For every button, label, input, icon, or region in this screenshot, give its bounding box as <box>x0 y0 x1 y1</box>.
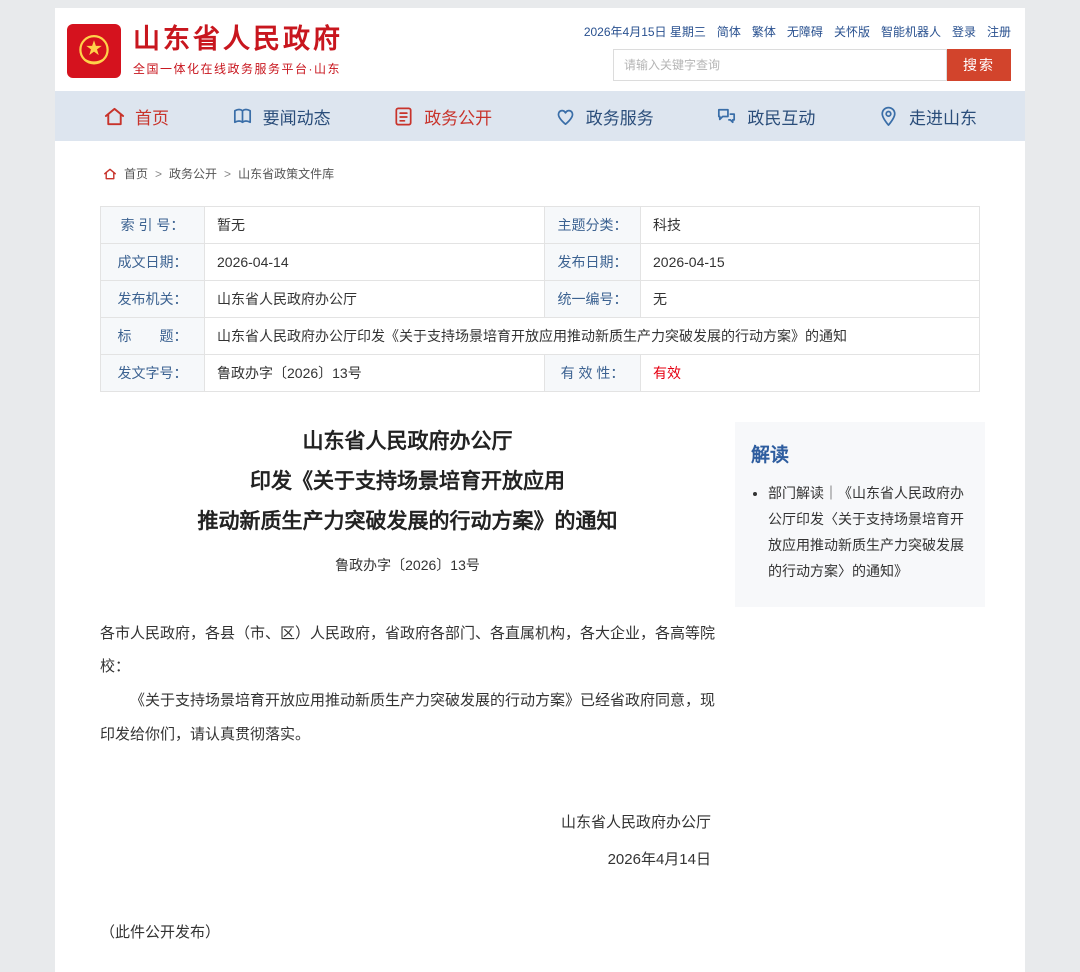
article: 山东省人民政府办公厅 印发《关于支持场景培育开放应用 推动新质生产力突破发展的行… <box>100 422 715 942</box>
table-row: 发布机关： 山东省人民政府办公厅 统一编号： 无 <box>101 281 980 318</box>
breadcrumb-item-home[interactable]: 首页 <box>124 165 148 182</box>
site-title-block: 山东省人民政府 全国一体化在线政务服务平台·山东 <box>133 25 343 78</box>
nav-item-news[interactable]: 要闻动态 <box>231 104 331 129</box>
article-paragraph: 《关于支持场景培育开放应用推动新质生产力突破发展的行动方案》已经省政府同意，现印… <box>100 684 715 752</box>
article-body: 各市人民政府，各县（市、区）人民政府，省政府各部门、各直属机构，各大企业，各高等… <box>100 617 715 752</box>
site-logo[interactable]: 山东省人民政府 全国一体化在线政务服务平台·山东 <box>67 21 343 81</box>
site-header: 山东省人民政府 全国一体化在线政务服务平台·山东 2026年4月15日 星期三 … <box>55 8 1025 91</box>
article-title: 山东省人民政府办公厅 印发《关于支持场景培育开放应用 推动新质生产力突破发展的行… <box>100 422 715 542</box>
topbar: 2026年4月15日 星期三 简体 繁体 无障碍 关怀版 智能机器人 登录 注册 <box>584 23 1011 40</box>
gov-service-icon <box>554 105 577 128</box>
nav-item-home[interactable]: 首页 <box>103 104 169 129</box>
table-row: 发文字号： 鲁政办字〔2026〕13号 有 效 性： 有效 <box>101 355 980 392</box>
article-title-line: 印发《关于支持场景培育开放应用 <box>100 462 715 502</box>
meta-label-topic-category: 主题分类： <box>545 207 641 244</box>
article-signature-block: 山东省人民政府办公厅 2026年4月14日 <box>100 804 715 879</box>
meta-label-index-number: 索 引 号： <box>101 207 205 244</box>
meta-value-unified-number: 无 <box>641 281 980 318</box>
news-icon <box>231 105 254 128</box>
topbar-link-chatbot[interactable]: 智能机器人 <box>881 23 941 40</box>
sidebar-title: 解读 <box>751 440 969 467</box>
meta-label-validity: 有 效 性： <box>545 355 641 392</box>
table-row: 索 引 号： 暂无 主题分类： 科技 <box>101 207 980 244</box>
meta-value-title: 山东省人民政府办公厅印发《关于支持场景培育开放应用推动新质生产力突破发展的行动方… <box>205 318 980 355</box>
search-input[interactable] <box>613 49 947 81</box>
signature-agency: 山东省人民政府办公厅 <box>100 804 711 842</box>
table-row: 成文日期： 2026-04-14 发布日期： 2026-04-15 <box>101 244 980 281</box>
meta-label-unified-number: 统一编号： <box>545 281 641 318</box>
table-row: 标 题： 山东省人民政府办公厅印发《关于支持场景培育开放应用推动新质生产力突破发… <box>101 318 980 355</box>
nav-label: 政民互动 <box>747 104 815 129</box>
nav-item-gov-open[interactable]: 政务公开 <box>392 104 492 129</box>
nav-label: 走进山东 <box>909 104 977 129</box>
current-date: 2026年4月15日 星期三 <box>584 23 706 40</box>
validity-status: 有效 <box>653 365 681 381</box>
nav-label: 政务服务 <box>586 104 654 129</box>
main-nav: 首页 要闻动态 政务公开 政务服务 政民互动 <box>55 91 1025 141</box>
search-button[interactable]: 搜索 <box>947 49 1011 81</box>
nav-label: 要闻动态 <box>263 104 331 129</box>
gov-open-icon <box>392 105 415 128</box>
breadcrumb-item-gov-open[interactable]: 政务公开 <box>169 165 217 182</box>
meta-value-issuing-agency: 山东省人民政府办公厅 <box>205 281 545 318</box>
home-icon <box>103 105 126 128</box>
article-title-line: 推动新质生产力突破发展的行动方案》的通知 <box>100 502 715 542</box>
breadcrumb-separator: > <box>224 167 231 181</box>
sidebar-list: 部门解读｜《山东省人民政府办公厅印发〈关于支持场景培育开放应用推动新质生产力突破… <box>751 481 969 585</box>
meta-label-issuing-agency: 发布机关： <box>101 281 205 318</box>
site-subtitle: 全国一体化在线政务服务平台·山东 <box>133 60 343 77</box>
topbar-link-register[interactable]: 注册 <box>987 23 1011 40</box>
nav-label: 政务公开 <box>424 104 492 129</box>
topbar-link-traditional[interactable]: 繁体 <box>752 23 776 40</box>
document-meta-table: 索 引 号： 暂无 主题分类： 科技 成文日期： 2026-04-14 发布日期… <box>100 206 980 392</box>
nav-item-gov-service[interactable]: 政务服务 <box>554 104 654 129</box>
document-meta-section: 索 引 号： 暂无 主题分类： 科技 成文日期： 2026-04-14 发布日期… <box>55 198 1025 392</box>
breadcrumb-separator: > <box>155 167 162 181</box>
meta-value-written-date: 2026-04-14 <box>205 244 545 281</box>
signature-date: 2026年4月14日 <box>100 841 711 879</box>
meta-label-publish-date: 发布日期： <box>545 244 641 281</box>
list-item[interactable]: 部门解读｜《山东省人民政府办公厅印发〈关于支持场景培育开放应用推动新质生产力突破… <box>768 481 969 585</box>
nav-item-interaction[interactable]: 政民互动 <box>715 104 815 129</box>
interpretation-sidebar: 解读 部门解读｜《山东省人民政府办公厅印发〈关于支持场景培育开放应用推动新质生产… <box>735 422 985 607</box>
search-bar: 搜索 <box>613 49 1011 81</box>
breadcrumb-home-icon[interactable] <box>103 167 117 181</box>
topbar-link-accessibility[interactable]: 无障碍 <box>787 23 823 40</box>
site-title: 山东省人民政府 <box>133 25 343 55</box>
meta-label-title: 标 题： <box>101 318 205 355</box>
meta-value-index-number: 暂无 <box>205 207 545 244</box>
national-emblem-icon <box>67 24 121 78</box>
meta-value-validity: 有效 <box>641 355 980 392</box>
topbar-link-care-version[interactable]: 关怀版 <box>834 23 870 40</box>
article-paragraph: 各市人民政府，各县（市、区）人民政府，省政府各部门、各直属机构，各大企业，各高等… <box>100 617 715 685</box>
meta-value-doc-number: 鲁政办字〔2026〕13号 <box>205 355 545 392</box>
breadcrumb: 首页 > 政务公开 > 山东省政策文件库 <box>55 141 1025 198</box>
header-right: 2026年4月15日 星期三 简体 繁体 无障碍 关怀版 智能机器人 登录 注册… <box>584 21 1013 81</box>
meta-value-publish-date: 2026-04-15 <box>641 244 980 281</box>
topbar-link-login[interactable]: 登录 <box>952 23 976 40</box>
article-footnote: （此件公开发布） <box>100 921 715 942</box>
meta-label-written-date: 成文日期： <box>101 244 205 281</box>
content-area: 山东省人民政府办公厅 印发《关于支持场景培育开放应用 推动新质生产力突破发展的行… <box>55 392 1025 972</box>
article-title-line: 山东省人民政府办公厅 <box>100 422 715 462</box>
location-icon <box>877 105 900 128</box>
nav-label: 首页 <box>135 104 169 129</box>
meta-value-topic-category: 科技 <box>641 207 980 244</box>
interaction-icon <box>715 105 738 128</box>
breadcrumb-item-policy-library: 山东省政策文件库 <box>238 165 334 182</box>
topbar-link-simplified[interactable]: 简体 <box>717 23 741 40</box>
article-doc-number: 鲁政办字〔2026〕13号 <box>100 555 715 575</box>
meta-label-doc-number: 发文字号： <box>101 355 205 392</box>
nav-item-visit-shandong[interactable]: 走进山东 <box>877 104 977 129</box>
page-container: 山东省人民政府 全国一体化在线政务服务平台·山东 2026年4月15日 星期三 … <box>55 8 1025 972</box>
